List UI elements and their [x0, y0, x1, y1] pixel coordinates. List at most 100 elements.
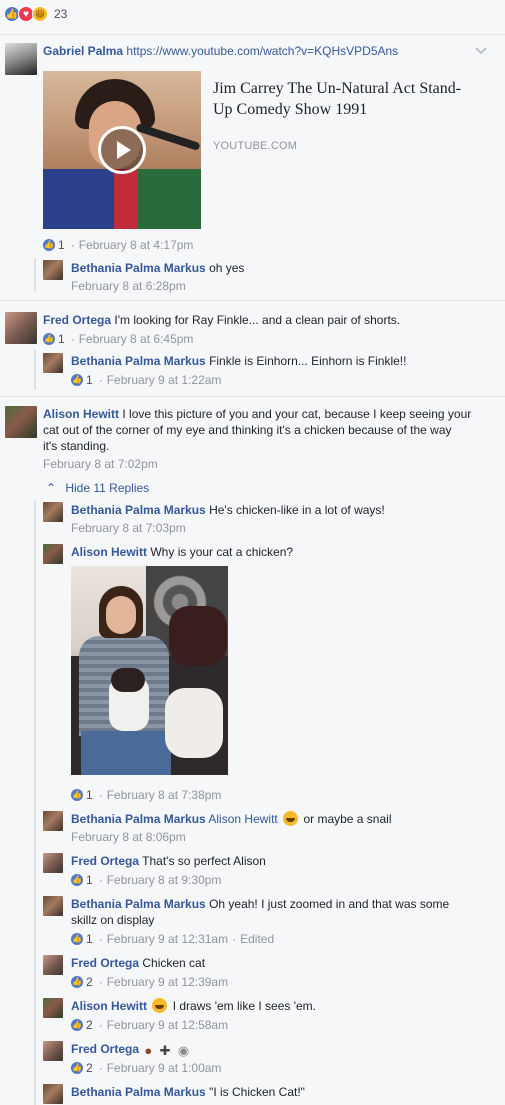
avatar[interactable]	[5, 312, 37, 344]
reply-meta: 👍 2 · February 9 at 12:58am	[71, 1017, 229, 1033]
reply-meta: 👍 2 · February 9 at 12:39am	[71, 974, 229, 990]
avatar[interactable]	[43, 502, 63, 522]
reply-meta: February 8 at 7:03pm	[71, 520, 186, 536]
timestamp[interactable]: February 9 at 1:22am	[107, 372, 222, 388]
video-thumbnail[interactable]	[43, 71, 201, 229]
reply-text: Alison Hewitt Why is your cat a chicken?	[71, 545, 294, 559]
timestamp[interactable]: February 8 at 7:02pm	[43, 456, 158, 472]
plus-emoji-icon: ✚	[159, 1043, 171, 1058]
timestamp[interactable]: February 9 at 12:58am	[107, 1017, 228, 1033]
reply-meta: 👍 1 · February 9 at 1:22am	[71, 372, 222, 388]
reply-meta: 👍 1 · February 8 at 9:30pm	[71, 872, 222, 888]
mention-link[interactable]: Alison Hewitt	[208, 812, 277, 826]
avatar[interactable]	[43, 1041, 63, 1061]
avatar[interactable]	[43, 955, 63, 975]
author-name[interactable]: Fred Ortega	[71, 854, 139, 868]
reply-text: Bethania Palma Markus Oh yeah! I just zo…	[71, 897, 450, 911]
like-icon: 👍	[43, 239, 55, 251]
video-source: YOUTUBE.COM	[213, 140, 298, 152]
timestamp[interactable]: February 8 at 6:45pm	[79, 331, 194, 347]
comment-meta: February 8 at 7:02pm	[43, 456, 158, 472]
laughing-emoji-icon	[283, 811, 299, 826]
reply-text: Bethania Palma Markus Finkle is Einhorn.…	[71, 354, 407, 368]
edited-label[interactable]: Edited	[240, 931, 274, 947]
comment-text: Alison Hewitt I love this picture of you…	[43, 407, 472, 421]
timestamp[interactable]: February 8 at 7:03pm	[71, 520, 186, 536]
timestamp[interactable]: February 8 at 9:30pm	[107, 872, 222, 888]
author-name[interactable]: Gabriel Palma	[43, 44, 123, 58]
comment-meta: 👍 1 · February 8 at 6:45pm	[43, 331, 194, 347]
timestamp[interactable]: February 8 at 7:38pm	[107, 787, 222, 803]
like-count[interactable]: 1	[86, 872, 93, 888]
author-name[interactable]: Fred Ortega	[71, 956, 139, 970]
reactions-bar[interactable]: 👍 ♥ 😆 23	[4, 5, 67, 23]
like-icon: 👍	[43, 333, 55, 345]
like-icon: 👍	[71, 1062, 83, 1074]
timestamp[interactable]: February 8 at 4:17pm	[79, 237, 194, 253]
timestamp[interactable]: February 9 at 1:00am	[107, 1060, 222, 1076]
divider	[0, 396, 505, 397]
reply-text: Alison Hewitt I draws 'em like I sees 'e…	[71, 998, 316, 1013]
reply-meta: February 8 at 6:28pm	[71, 278, 186, 294]
avatar[interactable]	[43, 853, 63, 873]
like-count[interactable]: 1	[58, 237, 65, 253]
timestamp[interactable]: February 8 at 6:28pm	[71, 278, 186, 294]
timestamp[interactable]: February 9 at 12:39am	[107, 974, 228, 990]
reply-thread-line	[34, 350, 36, 390]
avatar[interactable]	[5, 43, 37, 75]
avatar[interactable]	[43, 1084, 63, 1104]
like-count[interactable]: 2	[86, 974, 93, 990]
author-name[interactable]: Bethania Palma Markus	[71, 354, 206, 368]
author-name[interactable]: Bethania Palma Markus	[71, 897, 206, 911]
reply-text: Bethania Palma Markus Alison Hewitt or m…	[71, 811, 392, 826]
author-name[interactable]: Fred Ortega	[71, 1042, 139, 1056]
chevron-down-icon[interactable]	[474, 44, 488, 58]
like-count[interactable]: 2	[86, 1060, 93, 1076]
comment-header: Gabriel Palma https://www.youtube.com/wa…	[43, 43, 398, 59]
comment-text-line: cat out of the corner of my eye and thin…	[43, 423, 452, 437]
author-name[interactable]: Alison Hewitt	[71, 545, 147, 559]
avatar[interactable]	[43, 998, 63, 1018]
reply-text: Bethania Palma Markus He's chicken-like …	[71, 503, 385, 517]
play-icon[interactable]	[98, 126, 146, 174]
avatar[interactable]	[43, 544, 63, 564]
like-count[interactable]: 1	[86, 787, 93, 803]
author-name[interactable]: Alison Hewitt	[43, 407, 119, 421]
like-count[interactable]: 1	[86, 372, 93, 388]
author-name[interactable]: Bethania Palma Markus	[71, 261, 206, 275]
timestamp[interactable]: February 8 at 8:06pm	[71, 829, 186, 845]
reply-text: Fred Ortega ● ✚ ◉	[71, 1041, 191, 1059]
like-count[interactable]: 2	[86, 1017, 93, 1033]
reply-meta: 👍 2 · February 9 at 1:00am	[71, 1060, 222, 1076]
reply-text-line: skillz on display	[71, 913, 155, 927]
avatar[interactable]	[43, 811, 63, 831]
author-name[interactable]: Bethania Palma Markus	[71, 812, 206, 826]
haha-icon: 😆	[32, 6, 48, 22]
hide-replies-link[interactable]: ⌃ Hide 11 Replies	[46, 480, 149, 496]
reaction-count[interactable]: 23	[54, 7, 67, 21]
like-count[interactable]: 1	[86, 931, 93, 947]
reply-photo[interactable]	[71, 566, 228, 775]
avatar[interactable]	[43, 896, 63, 916]
reply-text: Bethania Palma Markus oh yes	[71, 261, 245, 275]
timestamp[interactable]: February 9 at 12:31am	[107, 931, 228, 947]
author-name[interactable]: Fred Ortega	[43, 313, 111, 327]
avatar[interactable]	[43, 260, 63, 280]
author-name[interactable]: Bethania Palma Markus	[71, 1085, 206, 1099]
video-title[interactable]: Jim Carrey The Un-Natural Act Stand-Up C…	[213, 78, 473, 120]
avatar[interactable]	[43, 353, 63, 373]
reply-text: Fred Ortega Chicken cat	[71, 956, 206, 970]
like-icon: 👍	[71, 789, 83, 801]
like-count[interactable]: 1	[58, 331, 65, 347]
cat-emoji-icon: ◉	[177, 1043, 190, 1058]
like-icon: 👍	[71, 374, 83, 386]
reply-meta: February 8 at 8:06pm	[71, 829, 186, 845]
reply-thread-line	[34, 258, 36, 292]
author-name[interactable]: Alison Hewitt	[71, 999, 147, 1013]
avatar[interactable]	[5, 406, 37, 438]
author-name[interactable]: Bethania Palma Markus	[71, 503, 206, 517]
post-link[interactable]: https://www.youtube.com/watch?v=KQHsVPD5…	[126, 44, 398, 58]
chicken-emoji-icon: ●	[144, 1043, 153, 1058]
comment-text: Fred Ortega I'm looking for Ray Finkle..…	[43, 313, 401, 327]
like-icon: 👍	[71, 1019, 83, 1031]
